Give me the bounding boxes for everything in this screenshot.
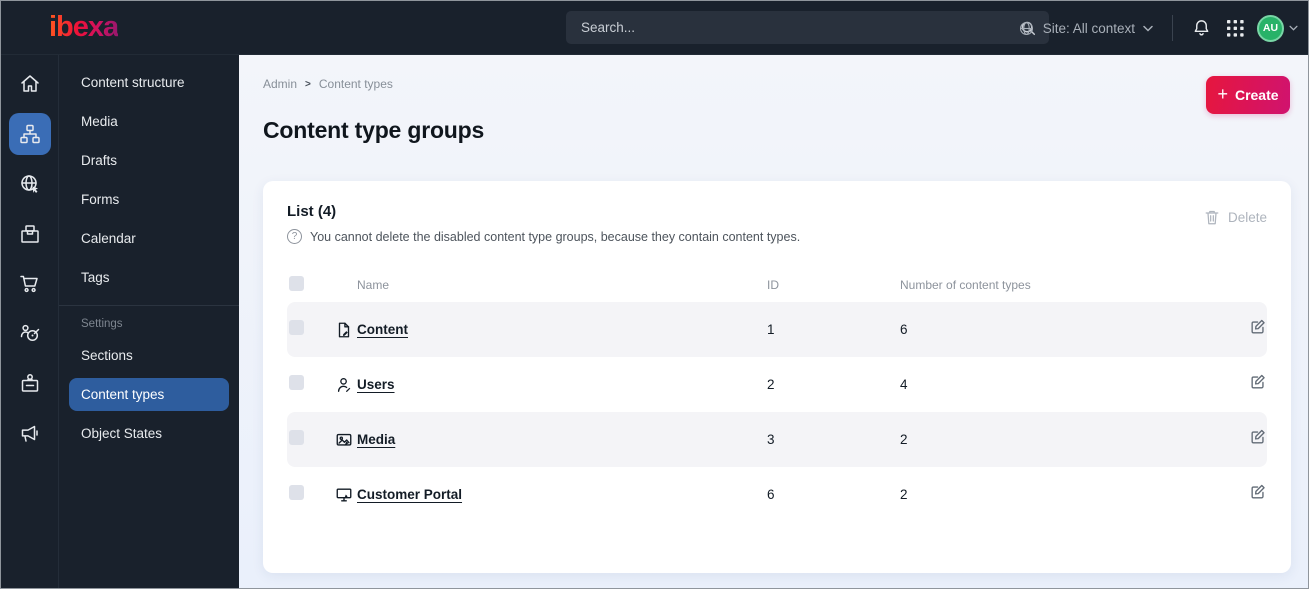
main-content: Admin > Content types + Create Content t… <box>239 55 1308 588</box>
rail-item-content-structure[interactable] <box>1 109 59 159</box>
column-header-name[interactable]: Name <box>357 278 767 292</box>
sidebar-item-media[interactable]: Media <box>59 102 239 141</box>
edit-button[interactable] <box>1249 428 1267 449</box>
top-bar: ibexa Search... Site: All context AU <box>1 1 1308 55</box>
group-content-type-count: 4 <box>900 377 908 392</box>
sidebar-item-content-structure[interactable]: Content structure <box>59 63 239 102</box>
sidebar-item-sections[interactable]: Sections <box>59 336 239 375</box>
delete-button-label: Delete <box>1227 210 1267 225</box>
rail-item-home[interactable] <box>1 59 59 109</box>
group-id: 2 <box>767 377 775 392</box>
group-name-link[interactable]: Media <box>357 432 395 447</box>
user-menu[interactable]: AU <box>1257 14 1298 42</box>
column-header-id[interactable]: ID <box>767 278 900 292</box>
rail-item-customer[interactable] <box>1 309 59 359</box>
content-file-icon <box>331 321 357 339</box>
bell-icon[interactable] <box>1192 18 1211 38</box>
edit-icon <box>1249 373 1267 391</box>
group-id: 6 <box>767 487 775 502</box>
table-row: Users 2 4 <box>287 357 1267 412</box>
site-icon <box>18 172 42 196</box>
help-text: You cannot delete the disabled content t… <box>310 229 801 244</box>
content-structure-icon <box>18 122 42 146</box>
sidebar-item-forms[interactable]: Forms <box>59 180 239 219</box>
site-context-selector[interactable]: Site: All context <box>1018 20 1153 37</box>
chevron-down-icon <box>1143 25 1153 32</box>
breadcrumb-separator-icon: > <box>305 78 311 90</box>
rail-item-company[interactable] <box>1 359 59 409</box>
help-icon: ? <box>287 229 302 244</box>
sidebar-item-tags[interactable]: Tags <box>59 258 239 297</box>
portal-monitor-icon <box>331 486 357 504</box>
ibexa-logo: ibexa <box>49 11 119 43</box>
select-all-checkbox[interactable] <box>289 276 304 291</box>
row-checkbox[interactable] <box>289 484 304 500</box>
breadcrumb-admin[interactable]: Admin <box>263 77 297 91</box>
row-checkbox[interactable] <box>289 319 304 335</box>
group-content-type-count: 2 <box>900 487 908 502</box>
edit-button[interactable] <box>1249 318 1267 339</box>
campaign-icon <box>18 422 42 446</box>
sidebar-menu: Content structure Media Drafts Forms Calenda… <box>59 55 239 588</box>
delete-button[interactable]: Delete <box>1204 209 1267 226</box>
edit-button[interactable] <box>1249 483 1267 504</box>
table-row: Content 1 6 <box>287 302 1267 357</box>
edit-icon <box>1249 483 1267 501</box>
customer-icon <box>18 322 42 346</box>
company-icon <box>18 372 42 396</box>
site-context-label: Site: All context <box>1042 20 1135 36</box>
app-grid-icon[interactable] <box>1227 19 1244 37</box>
table-body: Content 1 6 Users 2 4 Media 3 2 Customer Portal 6 2 <box>287 302 1267 522</box>
group-name-link[interactable]: Content <box>357 322 408 337</box>
row-checkbox[interactable] <box>289 429 304 445</box>
rail-item-cart[interactable] <box>1 259 59 309</box>
edit-button[interactable] <box>1249 373 1267 394</box>
search-placeholder: Search... <box>581 20 636 35</box>
group-content-type-count: 6 <box>900 322 908 337</box>
table-row: Media 3 2 <box>287 412 1267 467</box>
list-count-title: List (4) <box>287 203 337 220</box>
group-name-link[interactable]: Users <box>357 377 395 392</box>
cart-icon <box>18 272 42 296</box>
table-header: Name ID Number of content types <box>287 268 1267 302</box>
app-window: ibexa Search... Site: All context AU Con… <box>1 1 1308 588</box>
edit-icon <box>1249 318 1267 336</box>
rail-item-campaign[interactable] <box>1 409 59 459</box>
rail-item-site[interactable] <box>1 159 59 209</box>
home-icon <box>18 72 42 96</box>
create-button-label: Create <box>1234 87 1279 103</box>
sidebar-item-drafts[interactable]: Drafts <box>59 141 239 180</box>
avatar-chevron-icon <box>1289 25 1298 31</box>
sidebar-settings-list: Sections Content types Object States <box>59 336 239 453</box>
breadcrumb: Admin > Content types <box>263 77 393 91</box>
global-search-input[interactable]: Search... <box>566 11 1049 44</box>
sidebar-item-object-states[interactable]: Object States <box>59 414 239 453</box>
edit-icon <box>1249 428 1267 446</box>
group-content-type-count: 2 <box>900 432 908 447</box>
sidebar-item-content-types[interactable]: Content types <box>69 378 229 411</box>
topbar-divider <box>1172 15 1173 41</box>
plus-icon: + <box>1217 84 1228 104</box>
media-image-icon <box>331 431 357 449</box>
breadcrumb-content-types: Content types <box>318 77 393 91</box>
topbar-right-cluster: Site: All context AU <box>1018 1 1298 55</box>
rail-item-product-catalog[interactable] <box>1 209 59 259</box>
sidebar-settings-label: Settings <box>81 318 123 330</box>
column-header-count[interactable]: Number of content types <box>900 278 1227 292</box>
globe-icon <box>1018 20 1035 37</box>
content-type-groups-card: List (4) ? You cannot delete the disable… <box>263 181 1291 573</box>
sidebar-item-calendar[interactable]: Calendar <box>59 219 239 258</box>
group-id: 3 <box>767 432 775 447</box>
group-name-link[interactable]: Customer Portal <box>357 487 462 502</box>
row-checkbox[interactable] <box>289 374 304 390</box>
sidebar-menu-list: Content structure Media Drafts Forms Calenda… <box>59 63 239 297</box>
table-row: Customer Portal 6 2 <box>287 467 1267 522</box>
icon-rail <box>1 55 59 588</box>
user-icon <box>331 376 357 394</box>
create-button[interactable]: + Create <box>1206 76 1290 114</box>
avatar[interactable]: AU <box>1257 14 1284 42</box>
product-catalog-icon <box>18 222 42 246</box>
page-title: Content type groups <box>263 117 485 143</box>
group-id: 1 <box>767 322 775 337</box>
